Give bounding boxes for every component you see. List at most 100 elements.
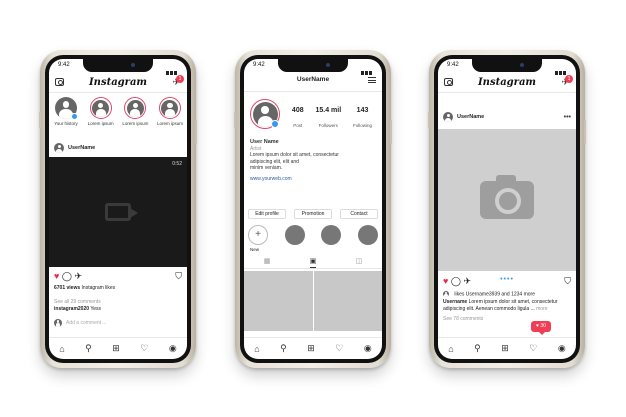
- menu-icon[interactable]: [368, 77, 376, 83]
- bottom-nav: ⌂ ⚲ ⊞ ♡ ◉: [244, 337, 382, 359]
- top-bar: Instagram ✈ 1: [49, 73, 187, 93]
- grid-post[interactable]: [313, 271, 382, 331]
- status-time: 9:42: [58, 62, 70, 68]
- heart-icon[interactable]: ♥: [54, 271, 59, 281]
- story-label: Lorem ipsum: [156, 121, 183, 126]
- profile-icon[interactable]: ◉: [558, 343, 566, 354]
- status-icons: [360, 62, 374, 75]
- highlights-row: +: [248, 225, 378, 245]
- avatar: [54, 319, 62, 327]
- bookmark-icon[interactable]: ⛉: [175, 270, 182, 282]
- grid-post[interactable]: [244, 271, 313, 331]
- add-post-icon[interactable]: ⊞: [501, 343, 509, 354]
- story-label: Lorem ipsum: [87, 121, 114, 126]
- more-options-icon[interactable]: •••: [564, 114, 571, 121]
- add-post-icon[interactable]: ⊞: [112, 343, 120, 354]
- grid-view-icon[interactable]: ▦: [264, 257, 271, 268]
- highlight-item[interactable]: [321, 225, 342, 245]
- stat-following[interactable]: 143 Following: [353, 107, 372, 132]
- post-username[interactable]: UserName: [68, 145, 95, 151]
- video-duration: 0:52: [172, 161, 182, 167]
- add-post-icon[interactable]: ⊞: [307, 343, 315, 354]
- profile-username: UserName: [296, 76, 330, 83]
- profile-icon[interactable]: ◉: [364, 343, 372, 354]
- add-comment-input[interactable]: Add a comment ...: [66, 320, 107, 326]
- comment-line: instagram2020 Yess: [54, 306, 182, 313]
- photo-post[interactable]: [438, 129, 576, 271]
- add-story-icon: [271, 120, 279, 128]
- profile-avatar[interactable]: [250, 99, 280, 129]
- more-link[interactable]: more: [536, 306, 547, 312]
- post-header[interactable]: UserName: [54, 142, 182, 154]
- new-highlight-label: New: [250, 247, 260, 252]
- likes-label: Instagram likes: [81, 285, 116, 291]
- mockup-stage: 9:42 Instagram ✈ 1 Your history Lorem ip…: [0, 0, 626, 417]
- search-icon[interactable]: ⚲: [85, 343, 92, 354]
- avatar: [443, 291, 449, 297]
- heart-icon[interactable]: ♡: [335, 343, 343, 354]
- status-time: 9:42: [253, 62, 265, 68]
- edit-profile-button[interactable]: Edit profile: [248, 209, 286, 219]
- heart-icon[interactable]: ♡: [529, 343, 537, 354]
- search-icon[interactable]: ⚲: [474, 343, 481, 354]
- highlight-item[interactable]: [284, 225, 305, 245]
- story-item[interactable]: Lorem ipsum: [88, 97, 114, 137]
- likes-text[interactable]: likes Username3939 and 1234 more: [454, 291, 535, 297]
- home-icon[interactable]: ⌂: [59, 344, 64, 354]
- notification-badge: 1: [176, 75, 184, 83]
- video-tab-icon[interactable]: ▣: [309, 257, 317, 268]
- search-icon[interactable]: ⚲: [280, 343, 287, 354]
- post-username[interactable]: UserName: [457, 114, 484, 120]
- bio-line: minim veniam.: [250, 165, 283, 171]
- stat-posts[interactable]: 408 Post: [292, 107, 304, 132]
- notification-badge: 1: [565, 75, 573, 83]
- post-actions: ♥ ◯ ✈ ⛉: [54, 270, 182, 282]
- story-item[interactable]: Lorem ipsum: [122, 97, 148, 137]
- top-bar: Instagram ✈ 1: [438, 73, 576, 93]
- see-comments-link[interactable]: See 78 comments: [443, 316, 571, 323]
- highlight-item[interactable]: [357, 225, 378, 245]
- comment-username[interactable]: instagram2020: [54, 306, 89, 312]
- video-post[interactable]: 0:52: [49, 157, 187, 267]
- new-highlight-button[interactable]: +: [248, 225, 268, 245]
- notification-count: 30: [540, 323, 546, 329]
- comment-text: Yess: [90, 306, 102, 312]
- avatar: [161, 99, 179, 117]
- avatar: [443, 112, 453, 122]
- add-comment-row[interactable]: Add a comment ...: [54, 317, 182, 329]
- bottom-nav: ⌂ ⚲ ⊞ ♡ ◉: [438, 337, 576, 359]
- comment-icon[interactable]: ◯: [62, 271, 72, 281]
- caption-text: adipiscing elit. Aenean commodo ligula .…: [443, 305, 535, 312]
- likes-notification[interactable]: ♥ 30: [531, 321, 551, 335]
- caption-text: Lorem ipsum dolor sit amet, consectetur: [468, 299, 558, 305]
- heart-icon[interactable]: ♡: [140, 343, 148, 354]
- story-item[interactable]: Lorem ipsum: [157, 97, 183, 137]
- stories-row: Your history Lorem ipsum Lorem ipsum Lor…: [53, 97, 183, 137]
- post-header[interactable]: UserName •••: [443, 111, 571, 123]
- phone-profile: 9:42 UserName 408 Post 15.4 mil Followers …: [234, 50, 392, 368]
- status-time: 9:42: [447, 62, 459, 68]
- caption: Username Lorem ipsum dolor sit amet, con…: [443, 299, 571, 312]
- avatar: [54, 143, 64, 153]
- likes-line: likes Username3939 and 1234 more: [443, 291, 571, 298]
- promotion-button[interactable]: Promotion: [294, 209, 332, 219]
- profile-icon[interactable]: ◉: [169, 343, 177, 354]
- home-icon[interactable]: ⌂: [448, 344, 453, 354]
- profile-buttons: Edit profile Promotion Contact: [248, 209, 378, 219]
- see-comments-link[interactable]: See all 29 comments: [54, 299, 182, 306]
- contact-button[interactable]: Contact: [340, 209, 378, 219]
- story-item[interactable]: Your history: [53, 97, 79, 137]
- video-camera-icon: [105, 203, 138, 221]
- stat-followers[interactable]: 15.4 mil Followers: [315, 107, 341, 132]
- camera-placeholder-icon: [480, 175, 534, 219]
- post-grid: [244, 271, 382, 331]
- status-icons: [165, 62, 179, 75]
- phone-feed-video: 9:42 Instagram ✈ 1 Your history Lorem ip…: [39, 50, 197, 368]
- profile-stats: 408 Post 15.4 mil Followers 143 Following: [286, 107, 378, 132]
- share-icon[interactable]: ✈: [74, 271, 82, 281]
- tagged-icon[interactable]: ◫: [356, 257, 363, 268]
- caption-username[interactable]: Username: [443, 299, 467, 305]
- profile-link[interactable]: www.yourweb.com: [250, 176, 376, 183]
- home-icon[interactable]: ⌂: [254, 344, 259, 354]
- views-count: 6701 views: [54, 285, 81, 291]
